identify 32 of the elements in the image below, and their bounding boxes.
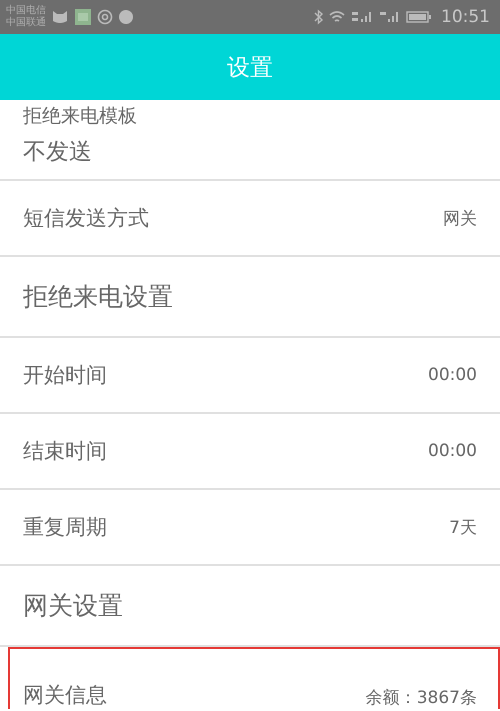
- section-header: 网关设置: [0, 566, 500, 647]
- carrier-name: 中国联通: [6, 17, 46, 29]
- setting-label: 重复周期: [23, 514, 107, 541]
- settings-row[interactable]: 开始时间 00:00: [0, 338, 500, 414]
- page-title: 设置: [227, 54, 273, 82]
- setting-value: 7天: [449, 516, 477, 538]
- section-header: 拒绝来电设置: [0, 257, 500, 338]
- cat-icon: [51, 9, 69, 25]
- signal-icon: [350, 10, 374, 24]
- setting-label: 开始时间: [23, 362, 107, 389]
- clock-time: 10:51: [441, 7, 490, 27]
- settings-row[interactable]: 短信发送方式 网关: [0, 181, 500, 257]
- settings-row[interactable]: 结束时间 00:00: [0, 414, 500, 490]
- setting-value: 00:00: [428, 441, 477, 461]
- setting-value: 不发送: [23, 138, 92, 167]
- setting-value: 网关: [443, 208, 477, 230]
- carrier-name: 中国电信: [6, 5, 46, 16]
- setting-label: 网关信息: [23, 682, 107, 709]
- battery-icon: [406, 11, 432, 23]
- bluetooth-icon: [314, 9, 324, 25]
- e-circle-icon: [97, 9, 113, 25]
- setting-label: 拒绝来电模板: [23, 106, 137, 126]
- setting-label: 短信发送方式: [23, 205, 149, 232]
- wifi-icon: [329, 10, 345, 24]
- settings-row[interactable]: 拒绝来电模板 不发送: [0, 100, 500, 181]
- settings-row[interactable]: 网关信息 余额：3867条: [8, 647, 500, 709]
- setting-value: 00:00: [428, 365, 477, 385]
- settings-row[interactable]: 重复周期 7天: [0, 490, 500, 566]
- setting-label: 结束时间: [23, 438, 107, 465]
- signal-icon: [379, 10, 401, 24]
- setting-value: 余额：3867条: [366, 687, 477, 709]
- app-icon: [74, 8, 92, 26]
